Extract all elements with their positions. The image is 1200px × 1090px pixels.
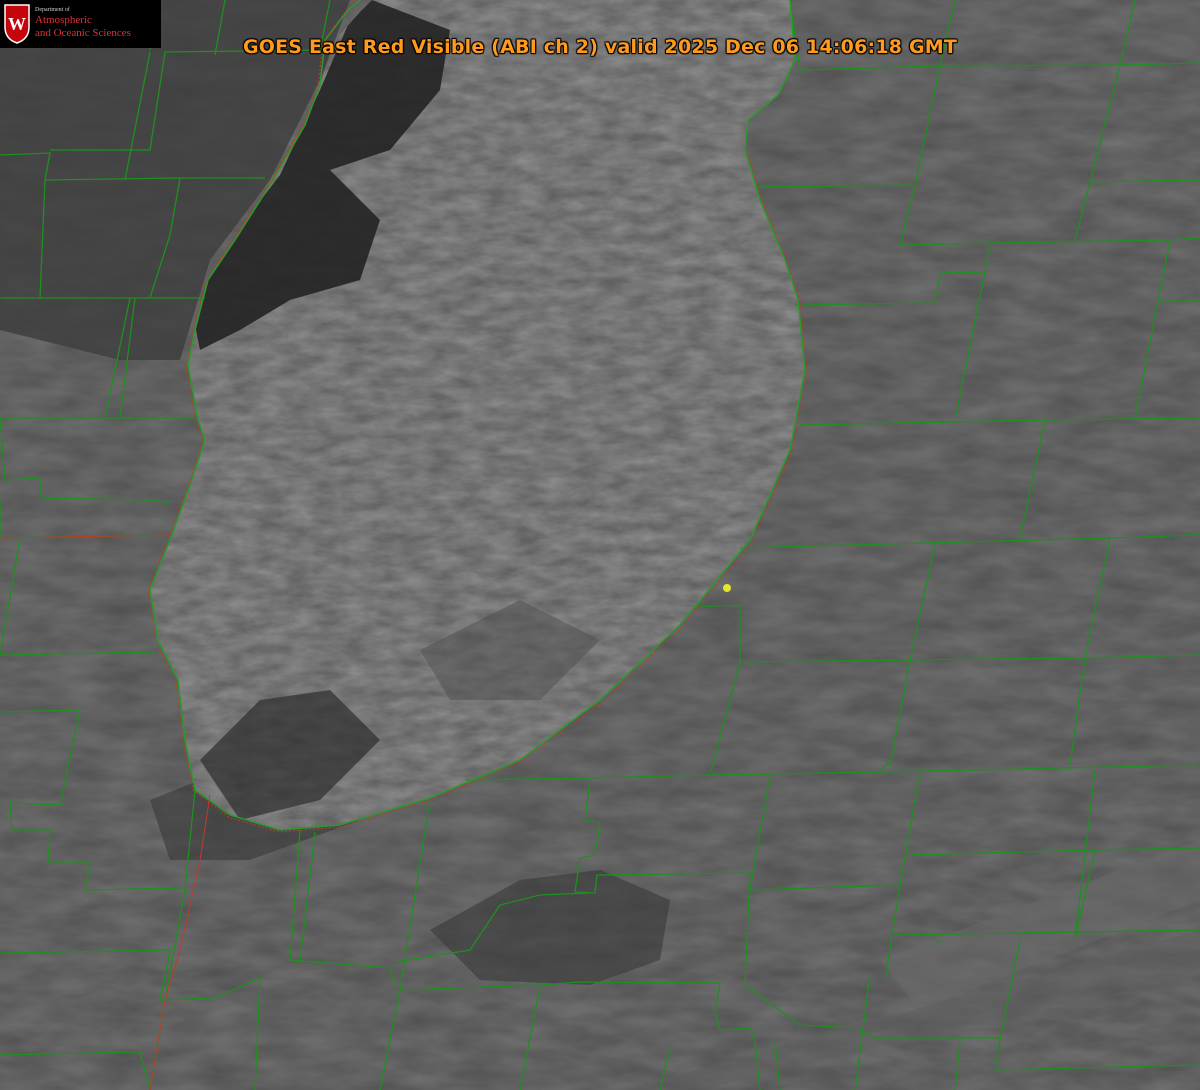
logo-department-text: Department of — [35, 7, 70, 13]
image-title: GOES East Red Visible (ABI ch 2) valid 2… — [242, 36, 958, 58]
logo-atmospheric-text: Atmospheric — [35, 14, 92, 26]
satellite-map: W Department of Atmospheric and Oceanic … — [0, 0, 1200, 1090]
map-graphic — [0, 0, 1200, 1090]
station-marker — [723, 584, 731, 592]
svg-text:W: W — [8, 14, 26, 34]
